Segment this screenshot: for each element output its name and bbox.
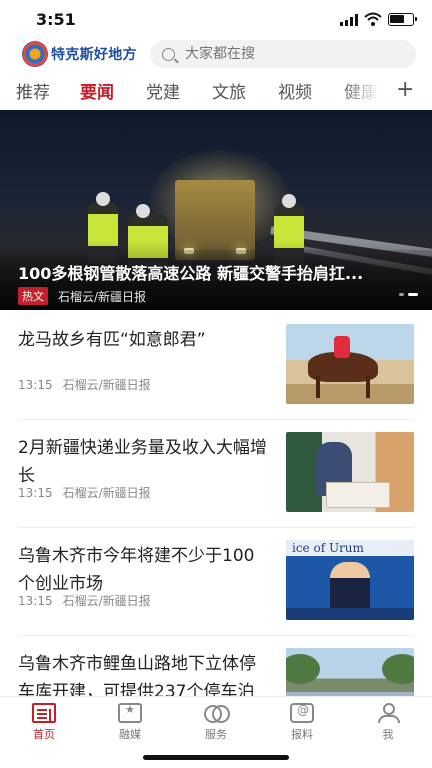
news-title: 2月新疆快递业务量及收入大幅增长 — [18, 438, 267, 486]
battery-icon — [388, 13, 417, 26]
thumb-horse-leg — [316, 376, 320, 398]
report-icon — [290, 703, 314, 723]
thumb-tree-shape — [382, 654, 414, 684]
news-source: 石榴云/新疆日报 — [62, 378, 151, 392]
search-input[interactable] — [185, 46, 385, 62]
thumb-parcel-shape — [326, 482, 390, 508]
home-icon — [32, 703, 56, 723]
hero-meta: 热文 石榴云/新疆日报 — [18, 287, 146, 305]
news-source: 石榴云/新疆日报 — [62, 486, 151, 500]
logo-emblem-icon — [22, 41, 48, 67]
hot-badge: 热文 — [18, 287, 48, 305]
tab-headlines[interactable]: 要闻 — [80, 78, 114, 103]
search-icon — [162, 47, 175, 61]
status-bar: 3:51 — [0, 0, 432, 36]
news-time: 13:15 — [18, 378, 53, 392]
news-thumbnail — [286, 432, 414, 512]
nav-home[interactable]: 首页 — [14, 703, 74, 742]
search-bar[interactable] — [150, 40, 416, 68]
nav-home-label: 首页 — [33, 728, 55, 741]
channel-tabs: 推荐 要闻 党建 文旅 视频 健康 + — [0, 76, 432, 106]
tab-fade-overlay — [340, 76, 390, 106]
thumb-tree-shape — [286, 654, 320, 684]
media-icon — [118, 703, 142, 723]
news-thumbnail — [286, 324, 414, 404]
thumb-jockey-shape — [334, 336, 350, 358]
nav-service[interactable]: 服务 — [186, 703, 246, 742]
news-meta: 13:15 石榴云/新疆日报 — [18, 592, 151, 609]
signal-icon — [340, 14, 358, 26]
news-thumbnail: ice of Urum — [286, 540, 414, 620]
nav-media[interactable]: 融媒 — [100, 703, 160, 742]
news-item[interactable]: 龙马故乡有匹“如意郎君” 13:15 石榴云/新疆日报 — [0, 312, 432, 420]
hero-carousel[interactable]: 100多根钢管散落高速公路 新疆交警手抬肩扛... 热文 石榴云/新疆日报 — [0, 110, 432, 310]
nav-report[interactable]: 报料 — [272, 703, 332, 742]
app-header: 特克斯好地方 — [0, 38, 432, 70]
nav-media-label: 融媒 — [119, 728, 141, 741]
thumb-horse-leg — [366, 376, 370, 398]
carousel-dot-active — [408, 293, 418, 296]
nav-report-label: 报料 — [291, 728, 313, 741]
app-logo[interactable]: 特克斯好地方 — [22, 40, 137, 68]
wifi-icon — [364, 12, 382, 26]
news-time: 13:15 — [18, 486, 53, 500]
hero-title[interactable]: 100多根钢管散落高速公路 新疆交警手抬肩扛... — [18, 260, 418, 284]
thumb-desk-shape — [286, 608, 414, 620]
nav-profile[interactable]: 我 — [358, 703, 418, 742]
news-title: 龙马故乡有匹“如意郎君” — [18, 330, 206, 350]
thumb-backdrop-text: ice of Urum — [286, 540, 414, 556]
tab-culture-tourism[interactable]: 文旅 — [212, 78, 246, 103]
news-meta: 13:15 石榴云/新疆日报 — [18, 376, 151, 393]
news-item[interactable]: 2月新疆快递业务量及收入大幅增长 13:15 石榴云/新疆日报 — [0, 420, 432, 528]
tab-video[interactable]: 视频 — [278, 78, 312, 103]
news-title: 乌鲁木齐市今年将建不少于100个创业市场 — [18, 546, 255, 594]
home-indicator[interactable] — [143, 755, 289, 760]
carousel-indicator — [399, 293, 418, 296]
add-channel-icon[interactable]: + — [396, 76, 414, 104]
news-meta: 13:15 石榴云/新疆日报 — [18, 484, 151, 501]
nav-service-label: 服务 — [205, 728, 227, 741]
status-time: 3:51 — [36, 10, 76, 29]
news-source: 石榴云/新疆日报 — [62, 594, 151, 608]
profile-icon — [376, 703, 400, 723]
hero-source: 石榴云/新疆日报 — [58, 289, 147, 304]
tab-party-building[interactable]: 党建 — [146, 78, 180, 103]
service-icon — [204, 703, 230, 723]
nav-profile-label: 我 — [382, 728, 394, 741]
logo-text: 特克斯好地方 — [51, 47, 137, 63]
news-time: 13:15 — [18, 594, 53, 608]
carousel-dot — [399, 293, 404, 296]
news-item[interactable]: 乌鲁木齐市今年将建不少于100个创业市场 13:15 石榴云/新疆日报 ice o… — [0, 528, 432, 636]
tab-recommend[interactable]: 推荐 — [16, 78, 50, 103]
